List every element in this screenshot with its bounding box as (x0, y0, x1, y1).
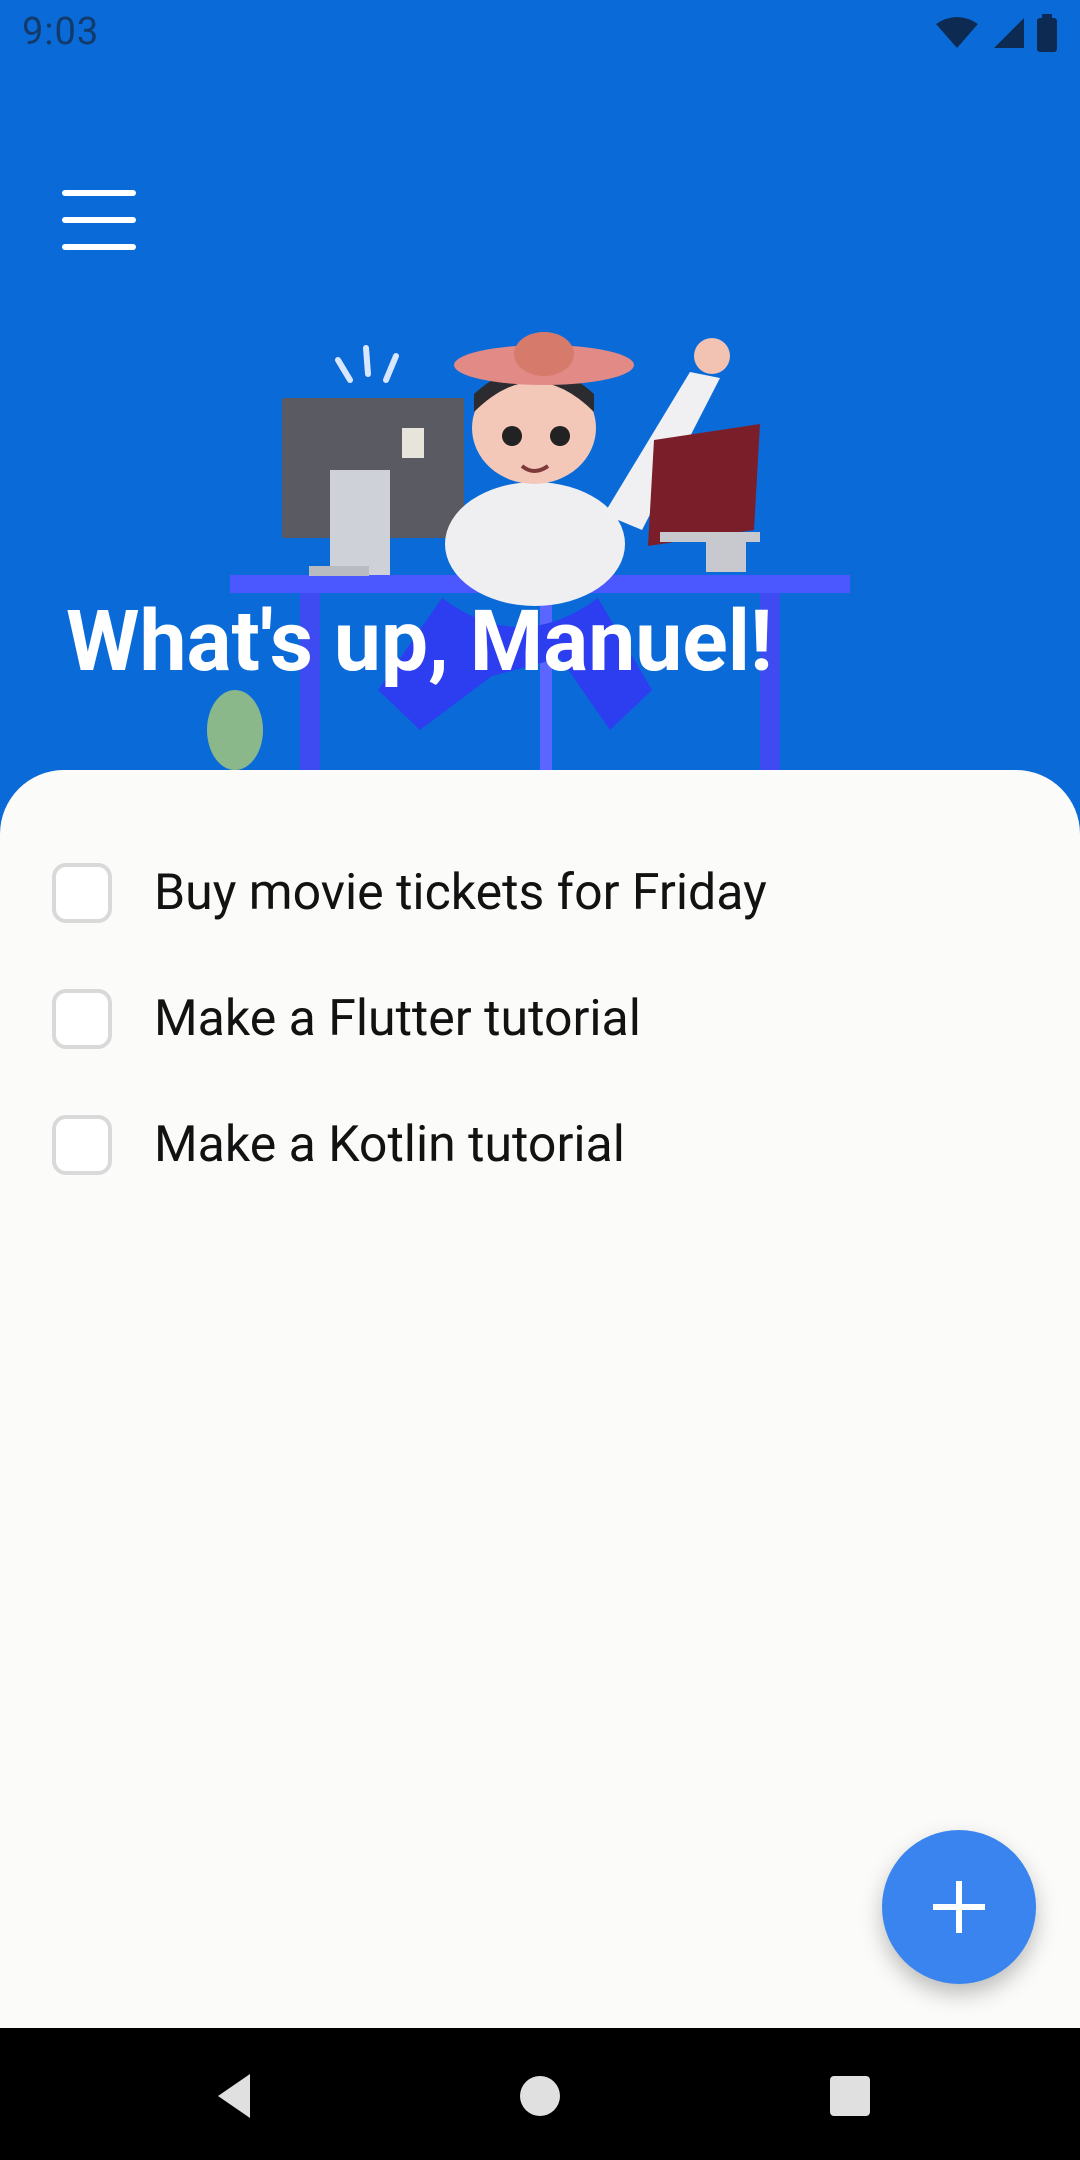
status-icons (934, 14, 1058, 52)
plus-icon (933, 1881, 985, 1933)
status-time: 9:03 (22, 10, 100, 54)
add-task-button[interactable] (882, 1830, 1036, 1984)
home-icon[interactable] (508, 2064, 572, 2128)
task-label: Buy movie tickets for Friday (154, 864, 767, 922)
task-list: Buy movie tickets for Friday Make a Flut… (0, 830, 1080, 1208)
person-at-desk-illustration (207, 332, 850, 780)
menu-button[interactable] (62, 190, 136, 250)
hamburger-menu-icon (62, 190, 136, 196)
wifi-icon (936, 17, 978, 48)
hamburger-menu-icon-bar (62, 217, 136, 223)
task-label: Make a Kotlin tutorial (154, 1116, 625, 1174)
android-navigation-bar (0, 2028, 1080, 2160)
cell-signal-icon (994, 18, 1024, 48)
task-item[interactable]: Buy movie tickets for Friday (0, 830, 1080, 956)
status-bar: 9:03 (0, 0, 1080, 66)
greeting-title: What's up, Manuel! (66, 592, 773, 691)
task-checkbox[interactable] (52, 1115, 112, 1175)
task-item[interactable]: Make a Kotlin tutorial (0, 1082, 1080, 1208)
hamburger-menu-icon-bar (62, 244, 136, 250)
back-icon[interactable] (202, 2064, 266, 2128)
task-checkbox[interactable] (52, 989, 112, 1049)
task-item[interactable]: Make a Flutter tutorial (0, 956, 1080, 1082)
task-checkbox[interactable] (52, 863, 112, 923)
battery-icon (1037, 14, 1057, 52)
recents-icon[interactable] (818, 2064, 882, 2128)
task-label: Make a Flutter tutorial (154, 990, 641, 1048)
